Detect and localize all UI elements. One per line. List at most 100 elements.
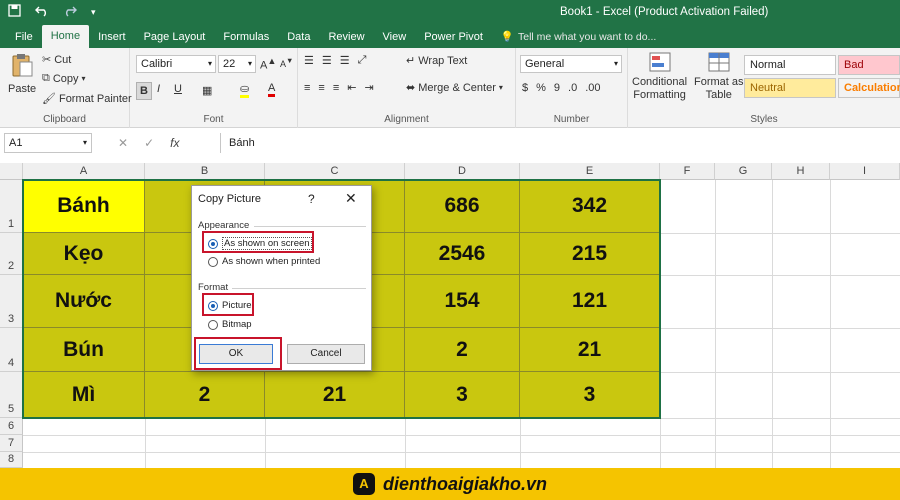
cell-a1[interactable]: Bánh <box>23 180 145 233</box>
font-color-icon: A <box>268 82 276 97</box>
font-group: Calibri ▾ 22 ▾ A▲ A▼ B I U ▦ ⛀ A Font <box>130 48 298 128</box>
customize-icon[interactable]: ▾ <box>91 7 96 18</box>
column-header-f[interactable]: F <box>660 163 715 180</box>
font-size-select[interactable]: 22 ▾ <box>218 55 256 73</box>
cell-d3[interactable]: 154 <box>405 275 520 328</box>
save-icon[interactable] <box>8 4 21 20</box>
row-header-3[interactable]: 3 <box>0 275 23 328</box>
bold-button[interactable]: B <box>136 82 152 100</box>
borders-button[interactable]: ▦ <box>202 84 212 97</box>
style-bad[interactable]: Bad <box>838 55 900 75</box>
cell-e3[interactable]: 121 <box>520 275 660 328</box>
row-header-4[interactable]: 4 <box>0 328 23 372</box>
shrink-font-button[interactable]: A▼ <box>280 56 293 69</box>
grow-font-button[interactable]: A▲ <box>260 56 276 72</box>
tab-file[interactable]: File <box>6 26 42 48</box>
cell-b5[interactable]: 2 <box>145 372 265 418</box>
cut-button[interactable]: ✂ Cut <box>42 53 71 67</box>
cell-c5[interactable]: 21 <box>265 372 405 418</box>
column-header-d[interactable]: D <box>405 163 520 180</box>
number-format-select[interactable]: General ▾ <box>520 55 622 73</box>
indent-icon: ⇤ <box>347 82 357 94</box>
tab-formulas[interactable]: Formulas <box>214 26 278 48</box>
radio-as-shown-when-printed[interactable]: As shown when printed <box>208 256 320 267</box>
formula-bar-buttons: ✕ ✓ fx <box>118 133 179 153</box>
cell-d4[interactable]: 2 <box>405 328 520 372</box>
cell-d2[interactable]: 2546 <box>405 233 520 275</box>
cell-a2[interactable]: Kẹo <box>23 233 145 275</box>
undo-icon[interactable] <box>35 5 49 20</box>
cancel-button[interactable]: Cancel <box>287 344 365 364</box>
cell-e5[interactable]: 3 <box>520 372 660 418</box>
help-button[interactable]: ? <box>308 192 315 206</box>
style-calculation[interactable]: Calculation <box>838 78 900 98</box>
redo-icon[interactable] <box>63 5 77 20</box>
row-header-2[interactable]: 2 <box>0 233 23 275</box>
chevron-down-icon: ▾ <box>498 83 503 92</box>
tab-home[interactable]: Home <box>41 25 90 48</box>
gridline <box>660 418 661 468</box>
format-as-table-button[interactable]: Format as Table <box>694 52 744 101</box>
cell-d1[interactable]: 686 <box>405 180 520 233</box>
number-format-buttons[interactable]: $ % 9 .0 .00 <box>522 82 601 94</box>
ribbon-tabs: File Home Insert Page Layout Formulas Da… <box>0 24 900 48</box>
close-icon[interactable]: ✕ <box>345 190 357 207</box>
cell-e4[interactable]: 21 <box>520 328 660 372</box>
column-header-h[interactable]: H <box>772 163 830 180</box>
name-box[interactable]: A1 ▾ <box>4 133 92 153</box>
insert-function-icon[interactable]: fx <box>170 136 179 150</box>
column-header-g[interactable]: G <box>715 163 772 180</box>
select-all-corner[interactable] <box>0 163 23 180</box>
paste-button[interactable]: Paste <box>8 52 36 95</box>
outdent-icon: ⇥ <box>364 82 374 94</box>
underline-button[interactable]: U <box>174 83 182 95</box>
alignment-group: ☰ ☰ ☰ ⤢ ≡ ≡ ≡ ⇤ ⇥ ↵ Wrap Text ⬌ Merge & … <box>298 48 516 128</box>
tab-power-pivot[interactable]: Power Pivot <box>415 26 492 48</box>
fill-color-button[interactable]: ⛀ <box>240 82 250 98</box>
style-neutral[interactable]: Neutral <box>744 78 836 98</box>
row-header-1[interactable]: 1 <box>0 180 23 233</box>
cancel-icon[interactable]: ✕ <box>118 136 128 150</box>
enter-icon[interactable]: ✓ <box>144 136 154 150</box>
cell-e2[interactable]: 215 <box>520 233 660 275</box>
row-header-6[interactable]: 6 <box>0 418 23 435</box>
row-header-7[interactable]: 7 <box>0 435 23 452</box>
conditional-formatting-icon <box>649 52 671 75</box>
column-header-i[interactable]: I <box>830 163 900 180</box>
font-family-select[interactable]: Calibri ▾ <box>136 55 216 73</box>
row-header-8[interactable]: 8 <box>0 452 23 468</box>
italic-button[interactable]: I <box>157 83 160 95</box>
tab-insert[interactable]: Insert <box>89 26 135 48</box>
cell-d5[interactable]: 3 <box>405 372 520 418</box>
wrap-text-button[interactable]: ↵ Wrap Text <box>406 54 467 68</box>
tab-view[interactable]: View <box>374 26 416 48</box>
style-normal[interactable]: Normal <box>744 55 836 75</box>
column-header-a[interactable]: A <box>23 163 145 180</box>
horizontal-align-buttons[interactable]: ≡ ≡ ≡ ⇤ ⇥ <box>304 81 374 95</box>
copy-button[interactable]: ⧉ Copy ▾ <box>42 72 86 85</box>
cell-a3[interactable]: Nước <box>23 275 145 328</box>
align-middle-icon: ☰ <box>321 55 332 67</box>
cell-a5[interactable]: Mì <box>23 372 145 418</box>
tab-page-layout[interactable]: Page Layout <box>135 26 215 48</box>
column-header-e[interactable]: E <box>520 163 660 180</box>
align-left-icon: ≡ <box>304 81 311 94</box>
tab-review[interactable]: Review <box>319 26 373 48</box>
cell-e1[interactable]: 342 <box>520 180 660 233</box>
font-color-button[interactable]: A <box>268 82 276 97</box>
formula-input[interactable]: Bánh <box>220 133 900 153</box>
column-header-c[interactable]: C <box>265 163 405 180</box>
conditional-formatting-button[interactable]: Conditional Formatting <box>632 52 687 101</box>
gridline <box>715 180 716 468</box>
cell-a4[interactable]: Bún <box>23 328 145 372</box>
row-header-5[interactable]: 5 <box>0 372 23 418</box>
comma-icon: 9 <box>553 82 561 94</box>
merge-center-button[interactable]: ⬌ Merge & Center ▾ <box>406 81 503 95</box>
format-painter-button[interactable]: 🖌 Format Painter <box>42 92 132 106</box>
vertical-align-buttons[interactable]: ☰ ☰ ☰ ⤢ <box>304 54 366 67</box>
lightbulb-icon: 💡 <box>500 31 514 43</box>
radio-bitmap[interactable]: Bitmap <box>208 319 252 330</box>
tab-data[interactable]: Data <box>278 26 319 48</box>
tell-me-box[interactable]: 💡 Tell me what you want to do... <box>492 26 665 48</box>
column-header-b[interactable]: B <box>145 163 265 180</box>
